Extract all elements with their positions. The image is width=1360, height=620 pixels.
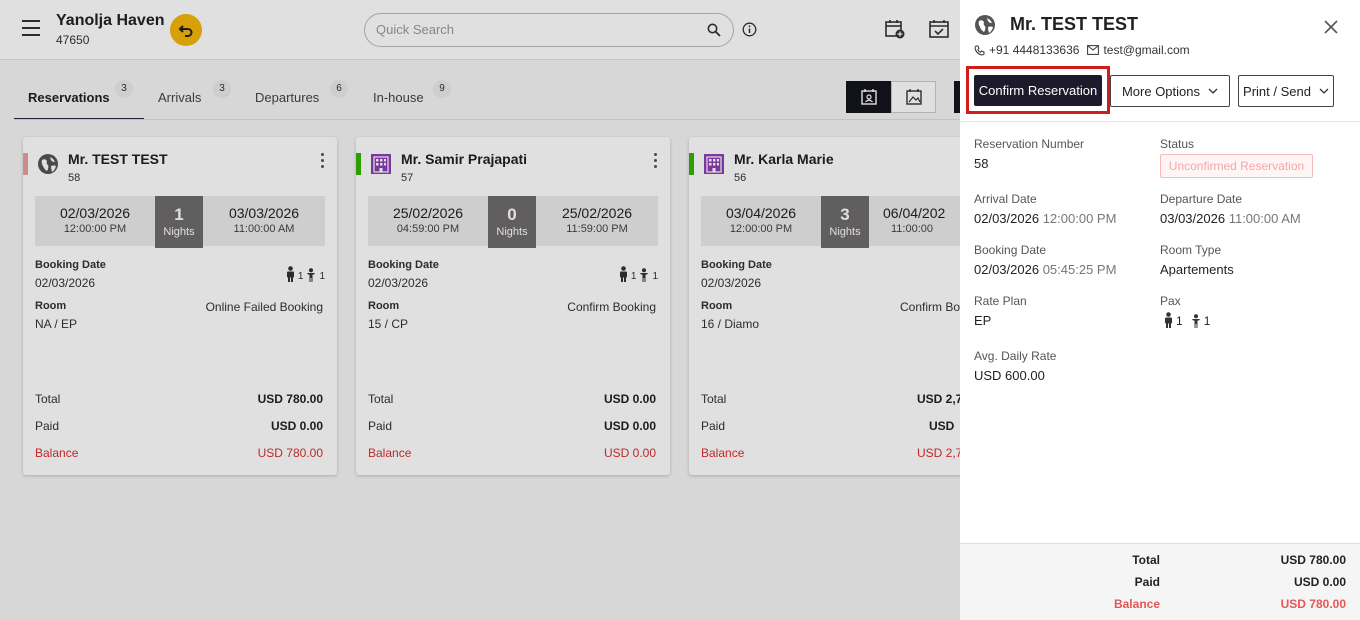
pax-value: 1 1 (1164, 312, 1210, 328)
departure-date-value: 03/03/2026 11:00:00 AM (1160, 211, 1301, 226)
booking-date-value: 02/03/2026 05:45:25 PM (974, 262, 1116, 277)
guest-phone: +91 4448133636 (989, 43, 1080, 57)
departure-date: 03/03/2026 (1160, 211, 1226, 226)
pax-children: 1 (1203, 314, 1211, 328)
adult-icon (1165, 312, 1172, 328)
room-type-value: Apartements (1160, 262, 1234, 277)
more-options-button[interactable]: More Options (1110, 75, 1230, 107)
footer-total-label: Total (1132, 553, 1160, 567)
print-send-label: Print / Send (1243, 83, 1311, 99)
room-type-label: Room Type (1160, 243, 1222, 257)
close-icon[interactable] (1324, 20, 1338, 34)
child-icon (1191, 314, 1200, 328)
arrival-date-value: 02/03/2026 12:00:00 PM (974, 211, 1116, 226)
chevron-down-icon (1319, 88, 1329, 94)
backdrop-overlay[interactable] (0, 0, 960, 620)
chevron-down-icon (1208, 88, 1218, 94)
status-label: Status (1160, 137, 1195, 151)
footer-paid-label: Paid (1134, 575, 1160, 589)
print-send-button[interactable]: Print / Send (1238, 75, 1334, 107)
drawer-guest-name: Mr. TEST TEST (1010, 14, 1139, 34)
globe-icon (975, 15, 995, 35)
pax-label: Pax (1160, 294, 1181, 308)
reservation-number-label: Reservation Number (974, 137, 1085, 151)
departure-time: 11:00:00 AM (1228, 211, 1301, 226)
arrival-time: 12:00:00 PM (1042, 211, 1117, 226)
more-options-label: More Options (1121, 83, 1201, 99)
booking-date-label: Booking Date (974, 243, 1047, 257)
arrival-date: 02/03/2026 (974, 211, 1040, 226)
rate-plan-label: Rate Plan (974, 294, 1027, 308)
drawer-totals-footer: Total USD 780.00 Paid USD 0.00 Balance U… (960, 543, 1360, 620)
status-badge: Unconfirmed Reservation (1160, 154, 1313, 178)
pax-adults: 1 (1176, 314, 1183, 328)
adr-value: USD 600.00 (974, 368, 1045, 383)
booking-date: 02/03/2026 (974, 262, 1040, 277)
drawer-divider (960, 121, 1360, 122)
guest-contact: +91 4448133636 test@gmail.com (974, 43, 1190, 57)
departure-date-label: Departure Date (1160, 192, 1243, 206)
guest-email: test@gmail.com (1103, 43, 1190, 57)
adr-label: Avg. Daily Rate (974, 349, 1057, 363)
footer-total-value: USD 780.00 (1280, 553, 1346, 567)
email-icon (1087, 45, 1100, 55)
arrival-date-label: Arrival Date (974, 192, 1037, 206)
rate-plan-value: EP (974, 313, 992, 328)
phone-icon (974, 45, 985, 56)
confirm-reservation-button[interactable]: Confirm Reservation (974, 75, 1102, 106)
footer-balance-value: USD 780.00 (1280, 597, 1346, 611)
booking-time: 05:45:25 PM (1042, 262, 1117, 277)
reservation-number-value: 58 (974, 156, 989, 171)
footer-paid-value: USD 0.00 (1293, 575, 1346, 589)
footer-balance-label: Balance (1113, 597, 1160, 611)
